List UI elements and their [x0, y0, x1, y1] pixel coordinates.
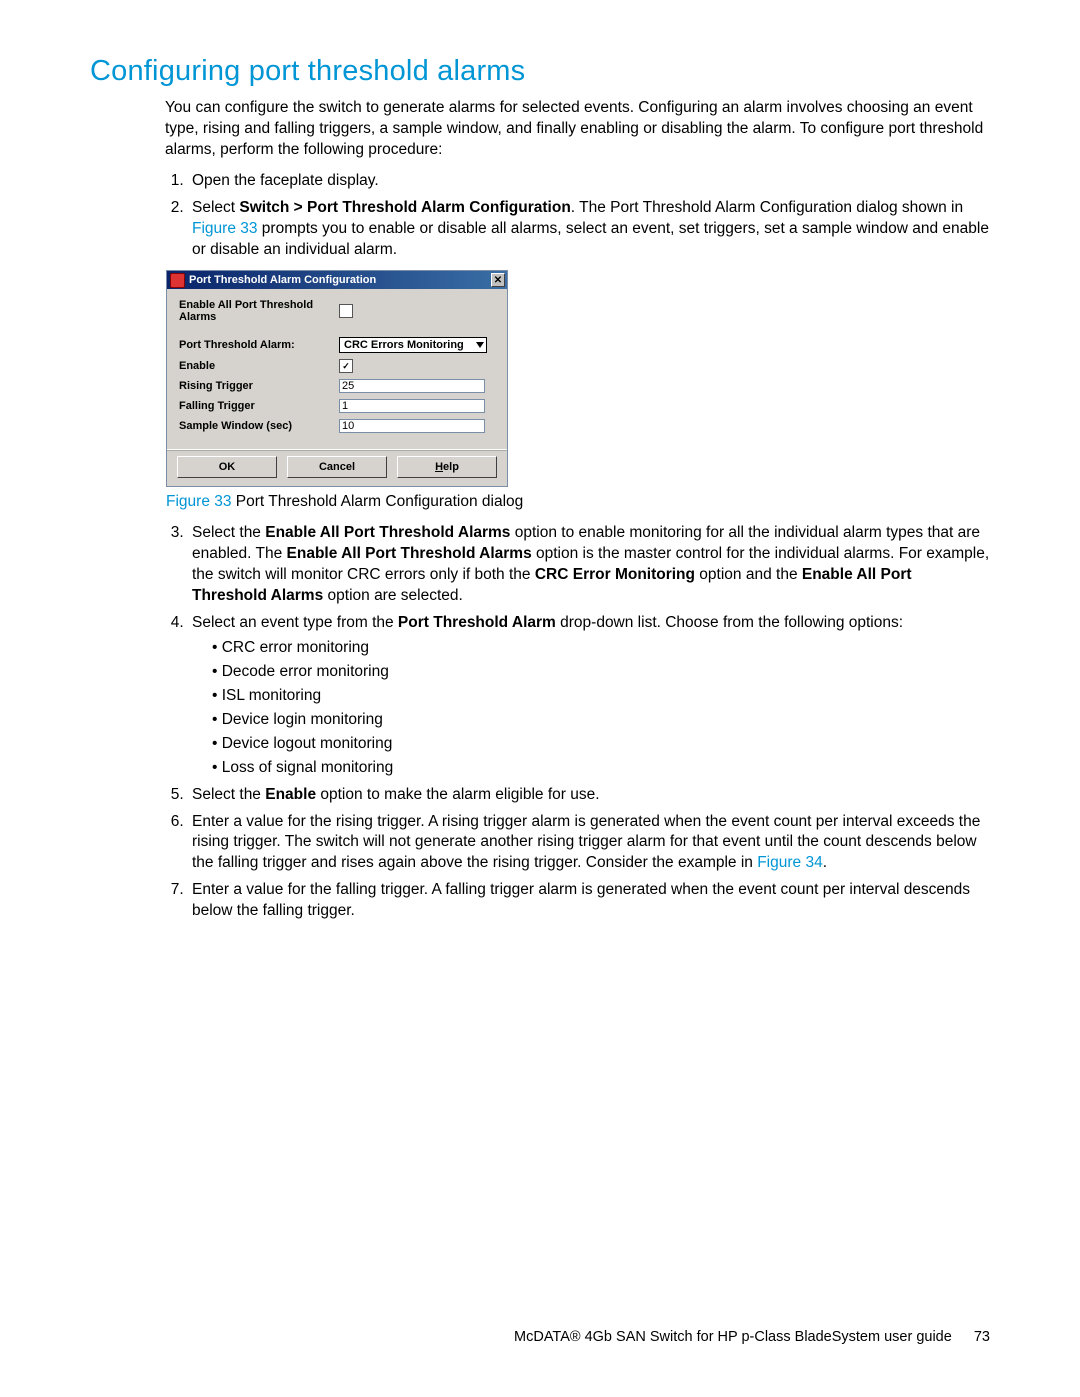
enable-all-label: Enable All Port Threshold Alarms [179, 299, 339, 323]
figure-33-link[interactable]: Figure 33 [192, 220, 257, 237]
enable-checkbox[interactable]: ✓ [339, 359, 353, 373]
step-3: Select the Enable All Port Threshold Ala… [188, 523, 990, 607]
s3b: Enable All Port Threshold Alarms [265, 524, 510, 541]
s4b: Port Threshold Alarm [398, 614, 556, 631]
s3a: Select the [192, 524, 265, 541]
s3d: Enable All Port Threshold Alarms [287, 545, 532, 562]
cancel-button[interactable]: Cancel [287, 456, 387, 478]
figure-caption-text: Port Threshold Alarm Configuration dialo… [231, 493, 523, 510]
pta-dropdown[interactable]: CRC Errors Monitoring [339, 337, 487, 353]
help-mnemonic: H [435, 461, 443, 473]
ok-button[interactable]: OK [177, 456, 277, 478]
pta-label: Port Threshold Alarm: [179, 339, 339, 351]
s3f: CRC Error Monitoring [535, 566, 695, 583]
step-2-text-a: Select [192, 199, 239, 216]
opt-los: Loss of signal monitoring [212, 758, 990, 779]
step-6: Enter a value for the rising trigger. A … [188, 812, 990, 875]
rising-label: Rising Trigger [179, 380, 339, 392]
s6a: Enter a value for the rising trigger. A … [192, 813, 980, 872]
footer-text: McDATA® 4Gb SAN Switch for HP p-Class Bl… [514, 1329, 952, 1345]
s4c: drop-down list. Choose from the followin… [556, 614, 903, 631]
opt-decode: Decode error monitoring [212, 662, 990, 683]
opt-login: Device login monitoring [212, 710, 990, 731]
figure-34-link[interactable]: Figure 34 [757, 854, 822, 871]
opt-logout: Device logout monitoring [212, 734, 990, 755]
dialog-titlebar: Port Threshold Alarm Configuration ✕ [167, 271, 507, 289]
help-button[interactable]: Help [397, 456, 497, 478]
step-2-text-c: . The Port Threshold Alarm Configuration… [571, 199, 963, 216]
falling-input[interactable]: 1 [339, 399, 485, 413]
close-button[interactable]: ✕ [491, 273, 505, 287]
s4a: Select an event type from the [192, 614, 398, 631]
falling-label: Falling Trigger [179, 400, 339, 412]
figure-number: Figure 33 [166, 493, 231, 510]
dialog-title: Port Threshold Alarm Configuration [189, 274, 376, 286]
s3g: option and the [695, 566, 802, 583]
opt-crc: CRC error monitoring [212, 638, 990, 659]
app-icon [170, 273, 185, 288]
chevron-down-icon [476, 342, 484, 348]
s5a: Select the [192, 786, 265, 803]
menu-path: Switch > Port Threshold Alarm Configurat… [239, 199, 570, 216]
page-number: 73 [974, 1329, 990, 1345]
step-2-text-e: prompts you to enable or disable all ala… [192, 220, 989, 258]
intro-paragraph: You can configure the switch to generate… [90, 98, 990, 161]
s5b: Enable [265, 786, 316, 803]
s6c: . [823, 854, 827, 871]
rising-input[interactable]: 25 [339, 379, 485, 393]
step-5: Select the Enable option to make the ala… [188, 785, 990, 806]
figure-33-dialog: Port Threshold Alarm Configuration ✕ Ena… [166, 270, 990, 487]
figure-33-caption: Figure 33 Port Threshold Alarm Configura… [166, 493, 990, 511]
step-7: Enter a value for the falling trigger. A… [188, 880, 990, 922]
enable-label: Enable [179, 360, 339, 372]
page-footer: McDATA® 4Gb SAN Switch for HP p-Class Bl… [514, 1329, 990, 1345]
sample-input[interactable]: 10 [339, 419, 485, 433]
pta-selected: CRC Errors Monitoring [344, 339, 464, 351]
sample-label: Sample Window (sec) [179, 420, 339, 432]
step-1: Open the faceplate display. [188, 171, 990, 192]
enable-all-checkbox[interactable] [339, 304, 353, 318]
step-4: Select an event type from the Port Thres… [188, 613, 990, 778]
opt-isl: ISL monitoring [212, 686, 990, 707]
help-rest: elp [443, 461, 459, 473]
step-2: Select Switch > Port Threshold Alarm Con… [188, 198, 990, 261]
s3i: option are selected. [323, 587, 463, 604]
s5c: option to make the alarm eligible for us… [316, 786, 599, 803]
section-heading: Configuring port threshold alarms [90, 55, 990, 88]
